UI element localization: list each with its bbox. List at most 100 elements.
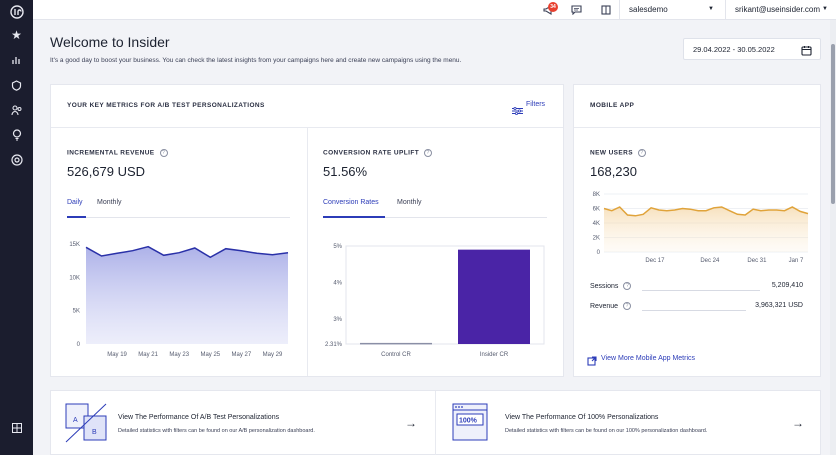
x-tick-label: Jan 7 xyxy=(789,258,804,264)
users-icon[interactable] xyxy=(0,98,33,122)
star-icon[interactable]: ★ xyxy=(0,23,33,47)
user-caret-icon[interactable]: ▼ xyxy=(822,6,828,12)
ab-performance-title[interactable]: View The Performance Of A/B Test Persona… xyxy=(118,414,279,421)
tab-rule xyxy=(67,217,290,218)
tab-daily[interactable]: Daily xyxy=(67,199,83,206)
page-subtitle: It's a good day to boost your business. … xyxy=(50,57,462,64)
x-tick-label: May 23 xyxy=(169,352,189,358)
y-tick-label: 15K xyxy=(69,242,80,248)
y-tick-label: 4K xyxy=(593,221,600,227)
tab-active-indicator xyxy=(323,216,385,218)
shield-icon[interactable] xyxy=(0,73,33,97)
grid-icon[interactable] xyxy=(0,416,33,440)
help-icon[interactable]: ? xyxy=(623,282,632,290)
insider-logo-icon[interactable] xyxy=(0,0,33,24)
tab-monthly[interactable]: Monthly xyxy=(397,199,422,206)
x-tick-label: May 21 xyxy=(138,352,158,358)
ab-test-illustration-icon: A B xyxy=(64,402,108,449)
column-divider xyxy=(307,128,308,376)
full-personalization-illustration-icon: 100% xyxy=(451,402,491,449)
calendar-icon[interactable] xyxy=(801,43,812,61)
conversion-rate-chart: 5% 4% 3% 2.31% Control CR Insider CR xyxy=(325,244,545,358)
x-tick-label: Dec 17 xyxy=(645,258,665,264)
x-tick-label: May 27 xyxy=(232,352,252,358)
revenue-label: Revenue? xyxy=(590,302,632,310)
y-tick-label: 5% xyxy=(333,244,342,250)
left-nav: ★ xyxy=(0,0,33,455)
arrow-right-icon[interactable]: → xyxy=(792,416,804,430)
notification-badge: 34 xyxy=(548,2,558,12)
user-menu[interactable]: srikant@useinsider.com xyxy=(735,5,820,14)
y-tick-label: 6K xyxy=(593,207,600,213)
revenue-area xyxy=(86,246,288,344)
conversion-uplift-label: CONVERSION RATE UPLIFT? xyxy=(323,149,433,157)
tab-conversion-rates[interactable]: Conversion Rates xyxy=(323,199,379,206)
y-tick-label: 5K xyxy=(73,309,80,315)
date-range-picker[interactable]: 29.04.2022 - 30.05.2022 xyxy=(683,38,821,60)
bar xyxy=(458,249,530,344)
filters-icon[interactable] xyxy=(512,102,523,120)
dotted-leader xyxy=(642,310,746,311)
new-users-chart: 8K 6K 4K 2K 0 Dec 17 Dec 24 Dec 31 Jan 7 xyxy=(593,192,809,264)
revenue-value: 3,963,321 USD xyxy=(755,302,803,309)
svg-text:B: B xyxy=(92,429,97,436)
filters-button[interactable]: Filters xyxy=(526,101,545,108)
x-tick-label: Insider CR xyxy=(480,352,509,358)
incremental-revenue-value: 526,679 USD xyxy=(67,164,146,179)
y-tick-label: 8K xyxy=(593,192,600,198)
x-tick-label: Dec 31 xyxy=(747,258,767,264)
sessions-value: 5,209,410 xyxy=(771,282,803,289)
account-caret-icon[interactable]: ▼ xyxy=(708,6,714,12)
y-tick-label: 3% xyxy=(333,317,342,323)
y-tick-label: 0 xyxy=(597,250,601,256)
new-users-value: 168,230 xyxy=(590,164,637,179)
x-tick-label: May 19 xyxy=(107,352,127,358)
full-performance-title[interactable]: View The Performance Of 100% Personaliza… xyxy=(505,414,658,421)
message-icon[interactable] xyxy=(563,0,589,20)
analytics-icon[interactable] xyxy=(0,48,33,72)
ab-performance-desc: Detailed statistics with filters can be … xyxy=(118,428,315,434)
topbar-separator xyxy=(725,0,726,20)
conversion-uplift-value: 51.56% xyxy=(323,164,368,179)
tab-active-indicator xyxy=(67,216,86,218)
arrow-right-icon[interactable]: → xyxy=(405,416,417,430)
lightbulb-icon[interactable] xyxy=(0,123,33,147)
scrollbar[interactable] xyxy=(830,20,836,455)
mobile-card-heading: MOBILE APP xyxy=(590,102,635,109)
y-tick-label: 0 xyxy=(77,342,81,348)
bar xyxy=(360,342,432,345)
tab-monthly[interactable]: Monthly xyxy=(97,199,122,206)
ab-card-heading: YOUR KEY METRICS FOR A/B TEST PERSONALIZ… xyxy=(67,102,265,109)
x-tick-label: May 29 xyxy=(263,352,283,358)
y-tick-label: 10K xyxy=(69,275,80,281)
target-icon[interactable] xyxy=(0,148,33,172)
full-performance-desc: Detailed statistics with filters can be … xyxy=(505,428,708,434)
top-bar xyxy=(33,0,836,20)
help-icon[interactable]: ? xyxy=(424,149,433,157)
help-icon[interactable]: ? xyxy=(623,302,632,310)
card-divider xyxy=(574,127,820,128)
incremental-revenue-label: INCREMENTAL REVENUE? xyxy=(67,149,168,157)
svg-text:A: A xyxy=(73,417,78,424)
date-range-text: 29.04.2022 - 30.05.2022 xyxy=(693,45,775,54)
incremental-revenue-chart: 15K 10K 5K 0 May 19 May 21 May 23 May 25 May 27… xyxy=(69,242,289,358)
page-title: Welcome to Insider xyxy=(50,34,170,50)
help-icon[interactable]: ? xyxy=(159,149,168,157)
account-selector[interactable]: salesdemo xyxy=(629,5,668,14)
x-tick-label: Dec 24 xyxy=(700,258,720,264)
book-icon[interactable] xyxy=(593,0,619,20)
external-link-icon[interactable] xyxy=(587,353,597,371)
help-icon[interactable]: ? xyxy=(637,149,646,157)
y-tick-label: 2.31% xyxy=(325,342,343,348)
x-tick-label: May 25 xyxy=(200,352,220,358)
scroll-thumb[interactable] xyxy=(831,44,835,204)
dotted-leader xyxy=(642,290,760,291)
topbar-separator xyxy=(619,0,620,20)
y-tick-label: 2K xyxy=(593,236,600,242)
view-more-mobile-metrics-link[interactable]: View More Mobile App Metrics xyxy=(601,355,695,362)
bottom-divider xyxy=(435,391,436,455)
x-tick-label: Control CR xyxy=(381,352,411,358)
new-users-area xyxy=(604,207,808,252)
y-tick-label: 4% xyxy=(333,280,342,286)
new-users-label: NEW USERS? xyxy=(590,149,646,157)
